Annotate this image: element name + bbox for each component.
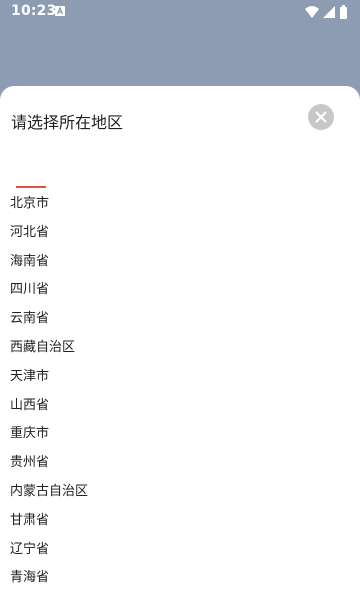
region-item[interactable]: 云南省 bbox=[0, 305, 360, 334]
region-item[interactable]: 辽宁省 bbox=[0, 536, 360, 565]
region-item[interactable]: 甘肃省 bbox=[0, 507, 360, 536]
region-item[interactable]: 天津市 bbox=[0, 363, 360, 392]
tab-indicator bbox=[16, 186, 46, 188]
region-item[interactable]: 四川省 bbox=[0, 276, 360, 305]
region-item[interactable]: 西藏自治区 bbox=[0, 334, 360, 363]
wifi-icon bbox=[305, 6, 319, 18]
region-item[interactable]: 重庆市 bbox=[0, 420, 360, 449]
status-time: 10:23 bbox=[11, 3, 57, 19]
close-icon bbox=[315, 111, 327, 123]
status-icons bbox=[305, 5, 347, 19]
region-item[interactable]: 海南省 bbox=[0, 248, 360, 277]
region-item[interactable]: 山西省 bbox=[0, 392, 360, 421]
region-item[interactable]: 北京市 bbox=[0, 190, 360, 219]
sheet-title: 请选择所在地区 bbox=[11, 113, 124, 132]
region-item[interactable]: 河北省 bbox=[0, 219, 360, 248]
battery-icon bbox=[340, 5, 347, 19]
region-item[interactable]: 贵州省 bbox=[0, 449, 360, 478]
status-bar: 10:23 bbox=[0, 0, 360, 24]
close-button[interactable] bbox=[308, 104, 334, 130]
region-picker-sheet: 请选择所在地区 北京市 河北省 海南省 四川省 云南省 西藏自治区 天津市 山西… bbox=[0, 86, 360, 600]
region-item[interactable]: 内蒙古自治区 bbox=[0, 478, 360, 507]
region-item[interactable]: 青海省 bbox=[0, 564, 360, 593]
region-list: 北京市 河北省 海南省 四川省 云南省 西藏自治区 天津市 山西省 重庆市 贵州… bbox=[0, 190, 360, 593]
notification-a-icon bbox=[55, 6, 65, 16]
cellular-icon bbox=[323, 6, 335, 18]
